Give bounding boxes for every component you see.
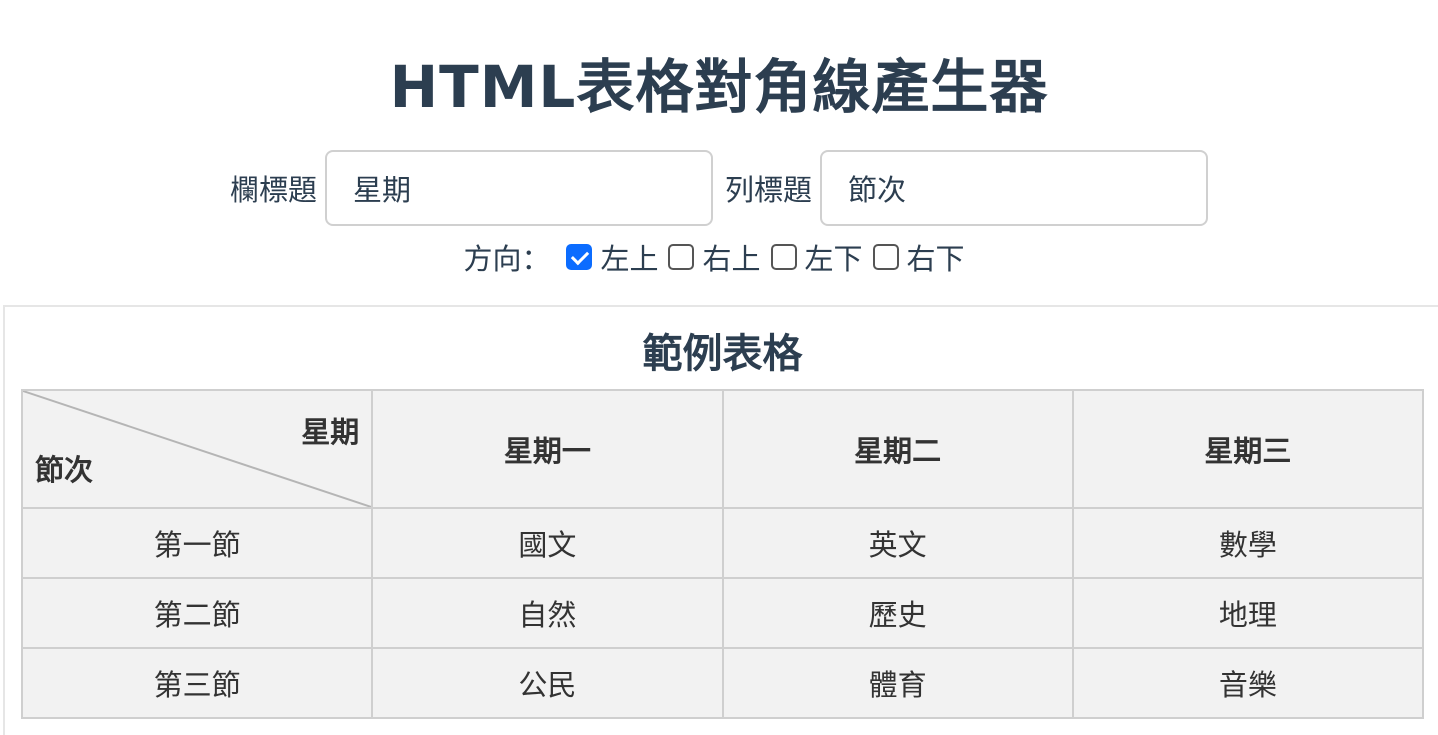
page-title: HTML表格對角線產生器: [389, 53, 1049, 121]
table-cell: 自然: [371, 577, 724, 649]
table-cell: 音樂: [1071, 647, 1425, 719]
header-form: 欄標題 列標題: [0, 150, 1438, 226]
example-section: 範例表格 星期 節次 星期一 星期二 星期三 第一節 國文 英文 數學 第二節 …: [3, 305, 1438, 735]
corner-column-title: 星期: [301, 415, 360, 449]
example-title: 範例表格: [642, 331, 803, 377]
row-title-label: 列標題: [725, 173, 813, 207]
column-title-input[interactable]: [325, 150, 713, 226]
option-label-top-right: 右上: [702, 242, 761, 276]
row-header-cell: 第二節: [20, 577, 374, 649]
direction-option-bottom-right[interactable]: 右下: [872, 236, 965, 278]
table-cell: 英文: [721, 507, 1074, 579]
column-header: 星期一: [371, 389, 724, 509]
row-title-input[interactable]: [820, 150, 1209, 226]
column-header: 星期二: [721, 389, 1074, 509]
direction-options: 方向： 左上 右上 左下 右下: [0, 236, 1438, 278]
table-row: 第二節 自然 歷史 地理: [20, 577, 1425, 649]
option-label-bottom-right: 右下: [906, 242, 965, 276]
table-row: 第一節 國文 英文 數學: [20, 507, 1425, 579]
table-cell: 數學: [1071, 507, 1425, 579]
checkbox-bottom-left[interactable]: [770, 244, 797, 270]
table-header-row: 星期 節次 星期一 星期二 星期三: [20, 389, 1425, 509]
table-row: 第三節 公民 體育 音樂: [20, 647, 1425, 719]
column-header: 星期三: [1071, 389, 1425, 509]
checkbox-top-left[interactable]: [566, 244, 593, 270]
option-label-bottom-left: 左下: [804, 242, 863, 276]
table-cell: 國文: [371, 507, 724, 579]
table-cell: 地理: [1071, 577, 1425, 649]
checkbox-bottom-right[interactable]: [872, 244, 899, 270]
table-cell: 體育: [721, 647, 1074, 719]
direction-option-bottom-left[interactable]: 左下: [770, 236, 863, 278]
corner-row-title: 節次: [35, 453, 94, 487]
table-cell: 歷史: [721, 577, 1074, 649]
direction-option-top-left[interactable]: 左上: [566, 236, 658, 278]
direction-label: 方向：: [463, 242, 551, 276]
diagonal-corner-cell: 星期 節次: [20, 389, 374, 509]
row-header-cell: 第三節: [20, 647, 374, 719]
checkbox-top-right[interactable]: [668, 244, 695, 270]
row-header-cell: 第一節: [20, 507, 374, 579]
option-label-top-left: 左上: [600, 242, 659, 276]
column-title-label: 欄標題: [229, 173, 317, 207]
example-table: 星期 節次 星期一 星期二 星期三 第一節 國文 英文 數學 第二節 自然 歷史…: [20, 389, 1425, 719]
table-cell: 公民: [371, 647, 724, 719]
direction-option-top-right[interactable]: 右上: [668, 236, 761, 278]
